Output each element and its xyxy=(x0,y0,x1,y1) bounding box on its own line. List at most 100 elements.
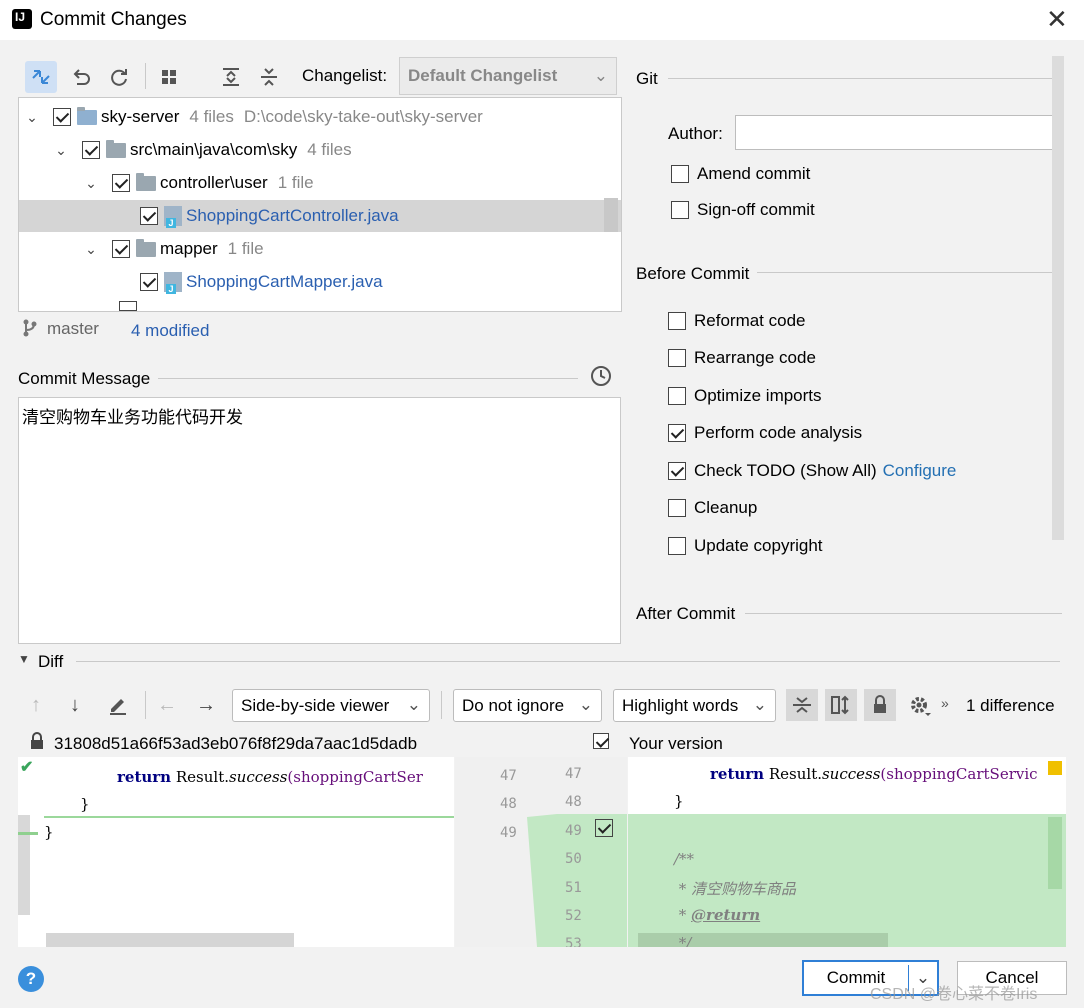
chevron-down-icon[interactable]: ⌄ xyxy=(82,175,100,192)
rearrange-code-checkbox[interactable] xyxy=(668,349,686,367)
checkbox-controller-file[interactable] xyxy=(140,207,158,225)
right-line-number: 50 xyxy=(565,851,582,867)
signoff-commit-checkbox[interactable] xyxy=(671,201,689,219)
perform-code-analysis-option[interactable]: Perform code analysis xyxy=(668,423,862,443)
checkbox-sky-server[interactable] xyxy=(53,108,71,126)
reformat-code-checkbox[interactable] xyxy=(668,312,686,330)
tree-scrollbar[interactable] xyxy=(604,198,618,232)
refresh-icon[interactable] xyxy=(107,65,131,89)
tree-item-path: D:\code\sky-take-out\sky-server xyxy=(243,107,483,126)
amend-commit-label: Amend commit xyxy=(697,164,811,183)
check-todo-option[interactable]: Check TODO (Show All) Configure xyxy=(668,461,956,481)
tree-row-controller[interactable]: ⌄ controller\user 1 file xyxy=(19,167,621,199)
more-chevrons-icon[interactable]: » xyxy=(941,695,949,711)
reformat-code-option[interactable]: Reformat code xyxy=(668,311,806,331)
sync-scroll-icon[interactable] xyxy=(825,689,857,721)
chevron-down-icon: ⌄ xyxy=(406,695,421,714)
chevron-down-icon[interactable]: ⌄ xyxy=(23,109,41,126)
apply-change-checkbox[interactable] xyxy=(595,819,613,837)
right-diff-pane[interactable]: return Result.success(shoppingCartServic… xyxy=(628,757,1066,947)
checkbox-mapper[interactable] xyxy=(112,240,130,258)
viewer-dropdown[interactable]: Side-by-side viewer ⌄ xyxy=(232,689,430,722)
amend-commit-checkbox[interactable] xyxy=(671,165,689,183)
code-arg: (shoppingCartServic xyxy=(880,765,1038,783)
configure-link[interactable]: Configure xyxy=(883,461,957,481)
ignore-dropdown[interactable]: Do not ignore ⌄ xyxy=(453,689,602,722)
tree-item-name: ShoppingCartMapper.java xyxy=(186,272,383,291)
watermark: CSDN @卷心菜不卷Iris xyxy=(870,986,1038,1003)
tree-item-name: controller\user xyxy=(160,173,268,192)
left-insert-line xyxy=(44,816,454,818)
settings-gear-icon[interactable] xyxy=(908,694,932,723)
tree-item-name: ShoppingCartController.java xyxy=(186,206,399,225)
author-input[interactable] xyxy=(735,115,1061,150)
right-code-line-48: } xyxy=(674,792,684,810)
history-icon[interactable] xyxy=(590,365,612,392)
code-arg: (shoppingCartSer xyxy=(287,768,423,786)
cleanup-checkbox[interactable] xyxy=(668,499,686,517)
ignore-value: Do not ignore xyxy=(462,695,565,715)
left-diff-pane[interactable]: ✔ return Result.success(shoppingCartSer … xyxy=(18,757,454,947)
checkbox-src[interactable] xyxy=(82,141,100,159)
update-copyright-checkbox[interactable] xyxy=(668,537,686,555)
prev-diff-icon[interactable]: ↑ xyxy=(31,694,41,717)
difference-count: 1 difference xyxy=(966,696,1055,715)
right-line-number: 47 xyxy=(565,766,582,782)
right-line-number: 49 xyxy=(565,823,582,839)
tree-row-mapper[interactable]: ⌄ mapper 1 file xyxy=(19,233,621,265)
optimize-imports-option[interactable]: Optimize imports xyxy=(668,386,822,406)
lock-small-icon xyxy=(30,732,44,755)
left-gutter-marker xyxy=(18,815,30,915)
highlight-dropdown[interactable]: Highlight words ⌄ xyxy=(613,689,776,722)
highlight-value: Highlight words xyxy=(622,695,739,715)
include-changes-checkbox[interactable] xyxy=(593,733,609,749)
right-code-line-47: return Result.success(shoppingCartServic xyxy=(710,765,1038,783)
modified-count[interactable]: 4 modified xyxy=(131,321,209,341)
right-scroll-marker xyxy=(1048,817,1062,889)
expand-all-icon[interactable] xyxy=(219,65,243,89)
rollback-icon[interactable] xyxy=(69,65,93,89)
left-line-number: 48 xyxy=(500,796,517,812)
next-file-icon[interactable]: → xyxy=(196,694,216,717)
chevron-down-icon[interactable]: ⌄ xyxy=(82,241,100,258)
collapse-all-icon[interactable] xyxy=(257,65,281,89)
rearrange-code-option[interactable]: Rearrange code xyxy=(668,348,816,368)
lock-icon[interactable] xyxy=(864,689,896,721)
next-diff-icon[interactable]: ↓ xyxy=(70,694,80,717)
checkbox-controller[interactable] xyxy=(112,174,130,192)
check-todo-checkbox[interactable] xyxy=(668,462,686,480)
close-icon[interactable]: ✕ xyxy=(1046,4,1068,35)
options-scrollbar[interactable] xyxy=(1052,56,1064,540)
collapse-unchanged-icon[interactable] xyxy=(786,689,818,721)
collapse-diff-icon[interactable]: ▼ xyxy=(18,652,30,666)
chevron-down-icon[interactable]: ⌄ xyxy=(52,142,70,159)
branch-name[interactable]: master xyxy=(47,319,99,339)
changelist-dropdown[interactable]: Default Changelist ⌄ xyxy=(399,57,617,95)
optimize-imports-checkbox[interactable] xyxy=(668,387,686,405)
group-by-icon[interactable] xyxy=(158,65,182,89)
show-diff-icon[interactable] xyxy=(25,61,57,93)
divider xyxy=(757,272,1062,273)
right-code-line-50: /** xyxy=(674,850,695,868)
window-title: Commit Changes xyxy=(40,9,187,30)
signoff-commit-option[interactable]: Sign-off commit xyxy=(671,200,815,220)
code-javadoc-tag: @return xyxy=(691,906,761,924)
warning-marker xyxy=(1048,761,1062,775)
tree-row-sky-server[interactable]: ⌄ sky-server 4 files D:\code\sky-take-ou… xyxy=(19,101,621,133)
edit-icon[interactable] xyxy=(107,693,129,720)
tree-row-controller-file[interactable]: ShoppingCartController.java xyxy=(19,200,621,232)
checkbox-mapper-file[interactable] xyxy=(140,273,158,291)
update-copyright-option[interactable]: Update copyright xyxy=(668,536,823,556)
divider xyxy=(668,78,1062,79)
left-horizontal-scrollbar[interactable] xyxy=(46,933,294,947)
tree-row-src[interactable]: ⌄ src\main\java\com\sky 4 files xyxy=(19,134,621,166)
tree-row-mapper-file[interactable]: ShoppingCartMapper.java xyxy=(19,266,621,298)
right-code-line-52: * @return xyxy=(674,906,760,924)
right-code-line-53: */ xyxy=(674,934,692,947)
help-icon[interactable]: ? xyxy=(18,966,44,992)
commit-message-input[interactable]: 清空购物车业务功能代码开发 xyxy=(18,397,621,644)
amend-commit-option[interactable]: Amend commit xyxy=(671,164,810,184)
perform-code-analysis-checkbox[interactable] xyxy=(668,424,686,442)
cleanup-option[interactable]: Cleanup xyxy=(668,498,757,518)
prev-file-icon[interactable]: ← xyxy=(157,694,177,717)
